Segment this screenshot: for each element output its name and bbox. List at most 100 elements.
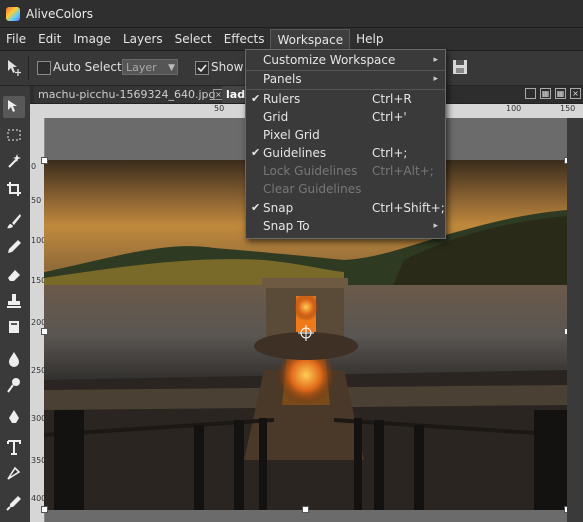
transform-handle[interactable]: [302, 506, 309, 513]
menu-customize-workspace[interactable]: Customize Workspace ▸: [246, 51, 445, 69]
menu-pixel-grid[interactable]: Pixel Grid: [246, 126, 445, 144]
pencil-icon: [8, 240, 21, 253]
move-tool-icon[interactable]: [4, 57, 24, 77]
tool-magic-wand[interactable]: [3, 150, 25, 172]
stamp-icon: [7, 294, 21, 308]
tool-patch[interactable]: [3, 316, 25, 338]
menu-label: Guidelines: [263, 146, 327, 160]
menu-panels[interactable]: Panels ▸: [246, 70, 445, 88]
ruler-label: 100: [506, 104, 522, 113]
right-panel-edge: [567, 118, 583, 522]
menu-image[interactable]: Image: [67, 28, 117, 50]
save-icon[interactable]: [451, 58, 469, 76]
ruler-label: 0: [31, 162, 37, 171]
tile-view-icon[interactable]: ▦: [540, 88, 551, 99]
auto-select-target-value: Layer: [126, 61, 157, 74]
menu-shortcut: Ctrl+R: [372, 92, 412, 106]
menu-guidelines[interactable]: ✔ Guidelines Ctrl+;: [246, 144, 445, 162]
tool-marquee[interactable]: [3, 124, 25, 146]
options-separator: [28, 56, 29, 80]
checkmark-icon: ✔: [251, 201, 261, 214]
menu-label: Panels: [263, 72, 302, 86]
ruler-label: 50: [214, 104, 225, 113]
new-document-icon[interactable]: [525, 88, 536, 99]
menu-label: Customize Workspace: [263, 53, 396, 67]
vertical-ruler: 0 50 100 150 200 250 300 350 400: [30, 118, 46, 522]
tool-brush[interactable]: [3, 210, 25, 232]
tool-stamp[interactable]: [3, 290, 25, 312]
auto-select-target-dropdown[interactable]: Layer ▼: [122, 59, 178, 75]
menu-grid[interactable]: Grid Ctrl+': [246, 108, 445, 126]
submenu-arrow-icon: ▸: [433, 55, 438, 65]
dodge-icon: [7, 378, 20, 393]
menu-shortcut: Ctrl+Shift+;: [372, 201, 445, 215]
menu-lock-guidelines: Lock Guidelines Ctrl+Alt+;: [246, 162, 445, 180]
checkmark-icon: ✔: [251, 146, 261, 159]
app-logo-icon: [6, 6, 20, 21]
tab-machu-picchu[interactable]: machu-picchu-1569324_640.jpg ×: [34, 86, 226, 103]
menu-label: Lock Guidelines: [263, 164, 358, 178]
text-tool-icon: [7, 440, 21, 455]
app-title: AliveColors: [26, 6, 93, 21]
brush-icon: [7, 214, 21, 229]
menu-shortcut: Ctrl+Alt+;: [372, 164, 434, 178]
transform-handle[interactable]: [41, 328, 48, 335]
submenu-arrow-icon: ▸: [433, 221, 438, 231]
tool-text[interactable]: [3, 436, 25, 458]
ruler-label: 50: [31, 196, 42, 205]
crop-icon: [7, 182, 21, 196]
auto-select-label: Auto Select: [53, 60, 122, 74]
tool-move[interactable]: [3, 96, 25, 118]
tool-eraser[interactable]: [3, 264, 25, 286]
show-bounds-checkbox[interactable]: [195, 61, 209, 75]
menu-rulers[interactable]: ✔ Rulers Ctrl+R: [246, 90, 445, 108]
title-bar: AliveColors: [0, 0, 583, 28]
tool-pencil[interactable]: [3, 236, 25, 258]
menu-select[interactable]: Select: [169, 28, 218, 50]
tool-eyedropper[interactable]: [3, 492, 25, 514]
drop-icon: [9, 352, 19, 367]
grid-view-icon[interactable]: ▦: [555, 88, 566, 99]
tool-shape[interactable]: [3, 462, 25, 484]
menu-help[interactable]: Help: [350, 28, 389, 50]
menu-file[interactable]: File: [0, 28, 32, 50]
workspace-dropdown-menu: Customize Workspace ▸ Panels ▸ ✔ Rulers …: [245, 49, 446, 239]
menu-label: Snap: [263, 201, 294, 215]
menu-label: Snap To: [263, 219, 310, 233]
shape-pen-icon: [7, 466, 21, 480]
menu-label: Grid: [263, 110, 289, 124]
ruler-label: 150: [560, 104, 576, 113]
transform-handle[interactable]: [41, 506, 48, 513]
tab-machu-picchu-label: machu-picchu-1569324_640.jpg: [38, 88, 216, 101]
menu-snap-to[interactable]: Snap To ▸: [246, 217, 445, 235]
auto-select-checkbox[interactable]: [37, 61, 51, 75]
eyedropper-icon: [6, 496, 21, 511]
tool-pen[interactable]: [3, 406, 25, 428]
chevron-down-icon: ▼: [168, 63, 175, 73]
tool-dodge[interactable]: [3, 374, 25, 396]
tool-crop[interactable]: [3, 178, 25, 200]
menu-label: Pixel Grid: [263, 128, 320, 142]
menu-label: Clear Guidelines: [263, 182, 362, 196]
close-all-icon[interactable]: ×: [570, 88, 581, 99]
tool-blur[interactable]: [3, 348, 25, 370]
tab-actions: ▦ ▦ ×: [525, 88, 581, 99]
menu-shortcut: Ctrl+': [372, 110, 407, 124]
menu-label: Rulers: [263, 92, 301, 106]
transform-handle[interactable]: [41, 157, 48, 164]
menu-clear-guidelines: Clear Guidelines: [246, 180, 445, 198]
menu-edit[interactable]: Edit: [32, 28, 67, 50]
menu-snap[interactable]: ✔ Snap Ctrl+Shift+;: [246, 199, 445, 217]
patch-icon: [9, 321, 19, 333]
menu-layers[interactable]: Layers: [117, 28, 169, 50]
rectangle-select-icon: [7, 129, 21, 141]
move-icon: [8, 100, 17, 112]
magic-wand-icon: [8, 154, 21, 168]
tools-panel: [0, 86, 31, 522]
menu-shortcut: Ctrl+;: [372, 146, 408, 160]
pen-icon: [9, 410, 19, 423]
menu-effects[interactable]: Effects: [218, 28, 271, 50]
menu-workspace[interactable]: Workspace: [270, 28, 351, 51]
eraser-icon: [8, 270, 20, 281]
checkmark-icon: [197, 64, 207, 73]
